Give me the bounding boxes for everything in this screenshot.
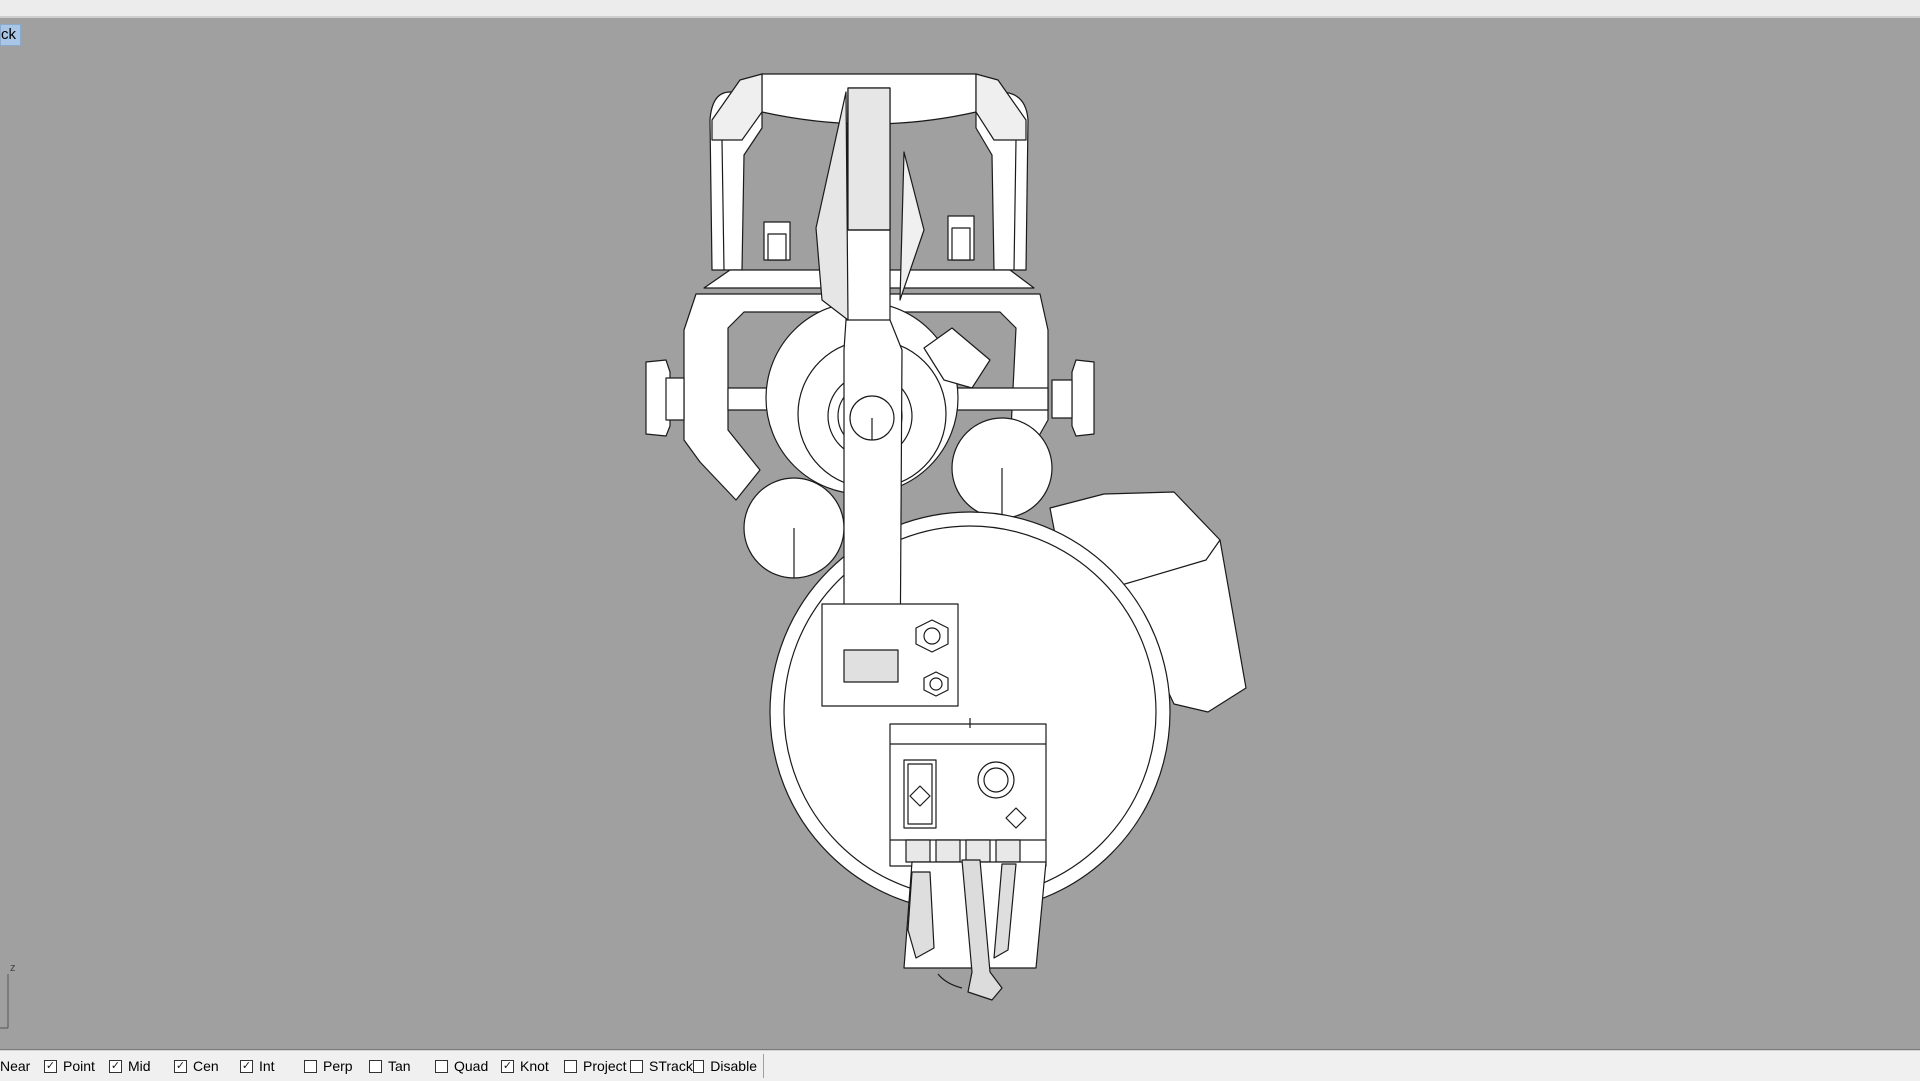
osnap-near[interactable]: Near [0, 1055, 44, 1077]
osnap-mid-label: Mid [128, 1058, 151, 1074]
osnap-int-label: Int [259, 1058, 275, 1074]
osnap-tan-label: Tan [388, 1058, 411, 1074]
osnap-int[interactable]: ✓ Int [240, 1055, 304, 1077]
osnap-mid[interactable]: ✓ Mid [109, 1055, 174, 1077]
osnap-project-checkbox[interactable] [564, 1059, 577, 1073]
osnap-separator [763, 1054, 764, 1078]
osnap-quad-label: Quad [454, 1058, 489, 1074]
osnap-disable[interactable]: Disable [693, 1055, 757, 1077]
osnap-strack[interactable]: STrack [630, 1055, 693, 1077]
osnap-point-label: Point [63, 1058, 95, 1074]
osnap-knot-label: Knot [520, 1058, 549, 1074]
axis-widget: z [0, 962, 24, 1032]
osnap-int-checkbox[interactable]: ✓ [240, 1059, 253, 1073]
osnap-knot-checkbox[interactable]: ✓ [501, 1059, 514, 1073]
viewport-back[interactable]: ck z [0, 18, 1920, 1050]
osnap-knot[interactable]: ✓ Knot [501, 1055, 564, 1077]
osnap-strack-label: STrack [649, 1058, 693, 1074]
axis-z-icon [0, 974, 9, 1029]
osnap-quad-checkbox[interactable] [435, 1059, 448, 1073]
osnap-toolbar: Near ✓ Point ✓ Mid ✓ Cen ✓ Int Perp Tan … [0, 1050, 1920, 1081]
osnap-project[interactable]: Project [564, 1055, 630, 1077]
window-top-strip [0, 0, 1920, 18]
osnap-cen[interactable]: ✓ Cen [174, 1055, 240, 1077]
osnap-mid-checkbox[interactable]: ✓ [109, 1059, 122, 1073]
osnap-cen-label: Cen [193, 1058, 219, 1074]
osnap-perp-label: Perp [323, 1058, 353, 1074]
osnap-point[interactable]: ✓ Point [44, 1055, 109, 1077]
osnap-tan[interactable]: Tan [369, 1055, 435, 1077]
osnap-project-label: Project [583, 1058, 627, 1074]
osnap-tan-checkbox[interactable] [369, 1059, 382, 1073]
osnap-perp-checkbox[interactable] [304, 1059, 317, 1073]
osnap-quad[interactable]: Quad [435, 1055, 501, 1077]
osnap-disable-label: Disable [710, 1058, 757, 1074]
osnap-strack-checkbox[interactable] [630, 1059, 643, 1073]
model-wireframe [645, 73, 1247, 1001]
osnap-disable-checkbox[interactable] [693, 1059, 705, 1073]
osnap-point-checkbox[interactable]: ✓ [44, 1059, 57, 1073]
knob-right [1071, 359, 1095, 437]
osnap-near-label: Near [0, 1058, 31, 1074]
osnap-perp[interactable]: Perp [304, 1055, 369, 1077]
osnap-cen-checkbox[interactable]: ✓ [174, 1059, 187, 1073]
